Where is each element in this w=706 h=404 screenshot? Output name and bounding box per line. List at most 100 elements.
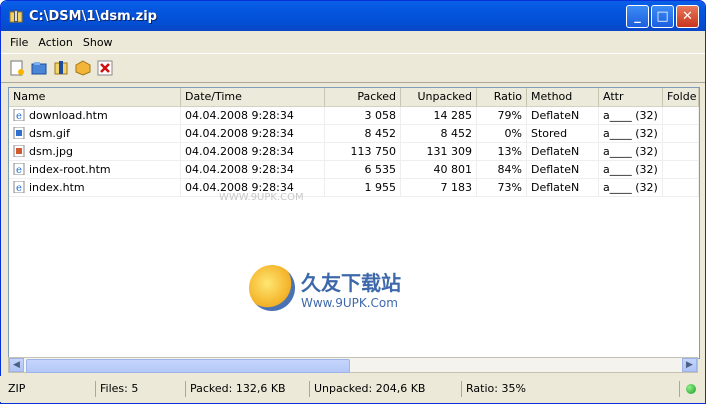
status-type: ZIP: [0, 381, 96, 397]
cell-folder: [663, 143, 699, 160]
maximize-icon: □: [656, 8, 669, 24]
cell-folder: [663, 107, 699, 124]
cell-datetime: 04.04.2008 9:28:34: [181, 143, 325, 160]
cell-method: Stored: [527, 125, 599, 142]
cell-attr: a____ (32): [599, 107, 663, 124]
delete-icon[interactable]: [97, 60, 113, 76]
extract-icon[interactable]: [53, 60, 69, 76]
cell-ratio: 79%: [477, 107, 527, 124]
column-packed[interactable]: Packed: [325, 88, 401, 106]
cell-datetime: 04.04.2008 9:28:34: [181, 107, 325, 124]
column-unpacked[interactable]: Unpacked: [401, 88, 477, 106]
ie-page-icon: e: [13, 163, 25, 175]
cell-unpacked: 131 309: [401, 143, 477, 160]
toolbar: [1, 54, 705, 83]
ie-page-icon: e: [13, 181, 25, 193]
open-folder-icon[interactable]: [31, 60, 47, 76]
arrow-left-icon: ◀: [13, 360, 20, 370]
cell-folder: [663, 161, 699, 178]
table-row[interactable]: e download.htm 04.04.2008 9:28:34 3 058 1…: [9, 107, 699, 125]
minimize-button[interactable]: _: [626, 4, 649, 28]
jpg-image-icon: [13, 145, 25, 157]
cell-name: e index.htm: [9, 179, 181, 196]
cell-ratio: 84%: [477, 161, 527, 178]
cell-unpacked: 8 452: [401, 125, 477, 142]
table-row[interactable]: dsm.jpg 04.04.2008 9:28:34 113 750 131 3…: [9, 143, 699, 161]
svg-text:e: e: [16, 165, 22, 175]
column-method[interactable]: Method: [527, 88, 599, 106]
new-archive-icon[interactable]: [9, 60, 25, 76]
cell-packed: 113 750: [325, 143, 401, 160]
cell-packed: 1 955: [325, 179, 401, 196]
cell-attr: a____ (32): [599, 125, 663, 142]
watermark: 久友下载站 Www.9UPK.Com: [249, 258, 459, 318]
table-row[interactable]: e index.htm 04.04.2008 9:28:34 1 955 7 18…: [9, 179, 699, 197]
window-title: C:\DSM\1\dsm.zip: [29, 8, 157, 24]
scroll-left-button[interactable]: ◀: [9, 358, 24, 372]
watermark-text: 久友下载站 Www.9UPK.Com: [295, 267, 401, 310]
status-files: Files: 5: [96, 381, 186, 397]
cell-ratio: 13%: [477, 143, 527, 160]
status-packed: Packed: 132,6 KB: [186, 381, 310, 397]
watermark-url: Www.9UPK.Com: [301, 295, 398, 310]
cell-unpacked: 14 285: [401, 107, 477, 124]
file-name: dsm.gif: [29, 127, 70, 140]
scroll-thumb[interactable]: [26, 359, 350, 373]
zip-folder-icon: [9, 10, 23, 23]
cell-attr: a____ (32): [599, 161, 663, 178]
maximize-button[interactable]: □: [651, 4, 674, 28]
column-name[interactable]: Name: [9, 88, 181, 106]
cell-folder: [663, 179, 699, 196]
cell-datetime: 04.04.2008 9:28:34: [181, 125, 325, 142]
cell-unpacked: 7 183: [401, 179, 477, 196]
file-name: download.htm: [29, 109, 108, 122]
cell-name: dsm.jpg: [9, 143, 181, 160]
svg-text:e: e: [16, 111, 22, 121]
cell-packed: 8 452: [325, 125, 401, 142]
cell-ratio: 73%: [477, 179, 527, 196]
menu-file[interactable]: File: [5, 36, 33, 49]
cell-method: DeflateN: [527, 143, 599, 160]
list-header: Name Date/Time Packed Unpacked Ratio Met…: [9, 88, 699, 107]
column-ratio[interactable]: Ratio: [477, 88, 527, 106]
title-bar[interactable]: C:\DSM\1\dsm.zip _ □ ✕: [1, 1, 705, 31]
cell-method: DeflateN: [527, 179, 599, 196]
minimize-icon: _: [634, 8, 641, 24]
status-ratio: Ratio: 35%: [462, 381, 680, 397]
cell-packed: 3 058: [325, 107, 401, 124]
status-bar: ZIP Files: 5 Packed: 132,6 KB Unpacked: …: [0, 376, 704, 402]
close-button[interactable]: ✕: [676, 4, 699, 28]
cell-name: e download.htm: [9, 107, 181, 124]
ie-page-icon: e: [13, 109, 25, 121]
file-list[interactable]: Name Date/Time Packed Unpacked Ratio Met…: [8, 87, 700, 359]
column-datetime[interactable]: Date/Time: [181, 88, 325, 106]
table-row[interactable]: e index-root.htm 04.04.2008 9:28:34 6 535…: [9, 161, 699, 179]
cell-attr: a____ (32): [599, 143, 663, 160]
cell-datetime: 04.04.2008 9:28:34: [181, 161, 325, 178]
add-files-icon[interactable]: [75, 60, 91, 76]
menu-show[interactable]: Show: [78, 36, 118, 49]
cell-unpacked: 40 801: [401, 161, 477, 178]
column-folder[interactable]: Folde: [663, 88, 699, 106]
column-attr[interactable]: Attr: [599, 88, 663, 106]
arrow-right-icon: ▶: [686, 360, 693, 370]
file-name: index-root.htm: [29, 163, 111, 176]
table-row[interactable]: dsm.gif 04.04.2008 9:28:34 8 452 8 452 0…: [9, 125, 699, 143]
cell-name: e index-root.htm: [9, 161, 181, 178]
svg-text:e: e: [16, 183, 22, 193]
cell-method: DeflateN: [527, 107, 599, 124]
watermark-title: 久友下载站: [301, 270, 401, 295]
status-led-icon: [686, 384, 696, 394]
cell-attr: a____ (32): [599, 179, 663, 196]
menu-action[interactable]: Action: [33, 36, 77, 49]
cell-packed: 6 535: [325, 161, 401, 178]
cell-folder: [663, 125, 699, 142]
gif-image-icon: [13, 127, 25, 139]
scroll-right-button[interactable]: ▶: [682, 358, 697, 372]
horizontal-scrollbar[interactable]: ◀ ▶: [8, 357, 698, 373]
file-name: index.htm: [29, 181, 85, 194]
close-icon: ✕: [682, 8, 693, 24]
cell-ratio: 0%: [477, 125, 527, 142]
watermark-url-small: WWW.9UPK.COM: [219, 192, 304, 203]
menu-bar: File Action Show: [1, 31, 705, 54]
